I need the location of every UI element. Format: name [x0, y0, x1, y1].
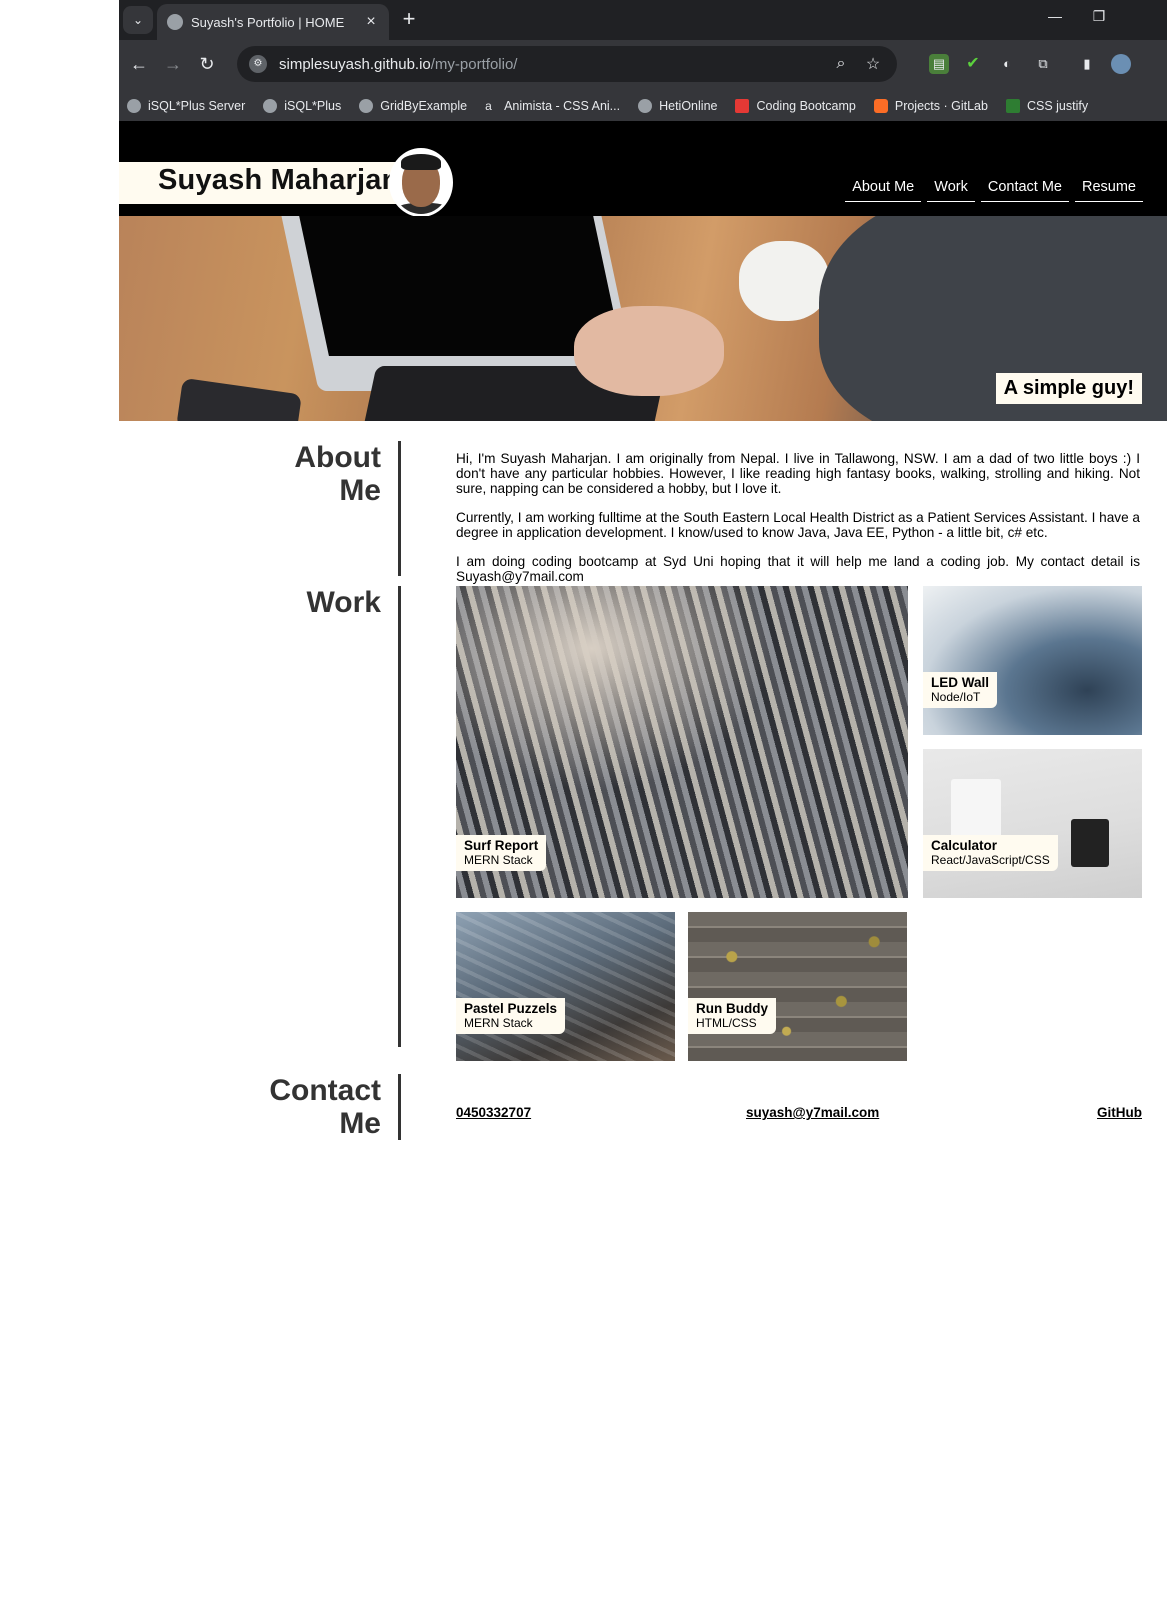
profile-avatar-icon[interactable]: [1111, 54, 1131, 74]
contact-phone-link[interactable]: 0450332707: [456, 1105, 531, 1120]
bookmark-label: HetiOnline: [659, 98, 718, 113]
bookmark-item[interactable]: Projects · GitLab: [873, 98, 988, 113]
page-viewport: Suyash Maharjan About Me Work Contact Me…: [119, 121, 1167, 1609]
globe-icon: [263, 98, 278, 113]
nav-work[interactable]: Work: [927, 176, 975, 202]
hero-image: A simple guy!: [119, 216, 1167, 421]
minimize-icon[interactable]: —: [1043, 8, 1067, 24]
bookmark-label: GridByExample: [380, 98, 468, 113]
browser-window: ⌄ Suyash's Portfolio | HOME × + — ❐ ← → …: [119, 0, 1167, 124]
project-label: Surf Report MERN Stack: [456, 835, 547, 871]
project-label: Pastel Puzzels MERN Stack: [456, 998, 566, 1034]
bootcamp-icon: [735, 98, 750, 113]
about-divider: [398, 441, 401, 576]
bookmarks-bar: iSQL*Plus Server iSQL*Plus GridByExample…: [119, 88, 1167, 124]
globe-icon: [127, 98, 141, 113]
hero-tagline: A simple guy!: [995, 373, 1142, 404]
work-divider: [398, 586, 401, 1047]
bookmark-item[interactable]: Coding Bootcamp: [735, 98, 856, 113]
bookmark-item[interactable]: a Animista - CSS Ani...: [485, 99, 620, 113]
contact-email-link[interactable]: suyash@y7mail.com: [746, 1105, 879, 1120]
bookmark-label: iSQL*Plus: [284, 98, 342, 113]
contact-github-link[interactable]: GitHub: [1097, 1105, 1142, 1120]
bookmark-item[interactable]: HetiOnline: [638, 98, 718, 113]
active-tab[interactable]: Suyash's Portfolio | HOME ×: [157, 4, 389, 40]
bookmark-item[interactable]: GridByExample: [359, 98, 468, 113]
tab-strip: ⌄ Suyash's Portfolio | HOME × + — ❐: [119, 0, 1167, 40]
contact-divider: [398, 1074, 401, 1140]
bookmark-item[interactable]: iSQL*Plus: [263, 98, 342, 113]
chevron-down-icon: ⌄: [132, 13, 144, 27]
bookmark-item[interactable]: CSS justify: [1005, 98, 1089, 113]
bookmark-label: iSQL*Plus Server: [148, 98, 246, 113]
about-title-line: Me: [339, 474, 381, 507]
about-text: Hi, I'm Suyash Maharjan. I am originally…: [456, 451, 1140, 598]
forward-button[interactable]: →: [161, 52, 185, 76]
animista-icon: a: [485, 98, 492, 113]
site-info-icon[interactable]: ⚙: [249, 55, 267, 73]
contact-title: Contact Me: [119, 1074, 381, 1140]
contact-title-line: Contact: [269, 1074, 381, 1107]
avatar: [389, 148, 453, 217]
contact-title-line: Me: [339, 1107, 381, 1140]
about-paragraph: I am doing coding bootcamp at Syd Uni ho…: [456, 554, 1140, 584]
close-tab-icon[interactable]: ×: [363, 13, 379, 31]
project-name: Run Buddy: [696, 1001, 768, 1016]
dark-mode-extension-icon[interactable]: ◐: [997, 54, 1017, 74]
project-name: Calculator: [931, 838, 998, 853]
address-bar[interactable]: ⚙ simplesuyash.github.io/my-portfolio/ ⌕…: [237, 46, 897, 82]
reload-button[interactable]: ↻: [195, 52, 219, 76]
project-tile-calculator[interactable]: Calculator React/JavaScript/CSS: [923, 749, 1142, 898]
project-name: Pastel Puzzels: [464, 1001, 558, 1016]
nav-about-me[interactable]: About Me: [845, 176, 922, 202]
gitlab-icon: [873, 98, 888, 113]
side-panel-icon[interactable]: ▮: [1077, 54, 1097, 74]
bookmark-label: Animista - CSS Ani...: [504, 98, 621, 113]
project-tech: MERN Stack: [464, 1016, 533, 1030]
bookmark-item[interactable]: iSQL*Plus Server: [127, 98, 246, 113]
project-name: Surf Report: [464, 838, 539, 853]
project-label: LED Wall Node/IoT: [923, 672, 998, 708]
project-tile-surf-report[interactable]: Surf Report MERN Stack: [456, 586, 908, 898]
project-tile-led-wall[interactable]: LED Wall Node/IoT: [923, 586, 1142, 735]
check-extension-icon[interactable]: ✔: [963, 54, 983, 74]
work-title: Work: [306, 586, 381, 619]
main-nav: About Me Work Contact Me Resume: [845, 176, 1143, 202]
bookmark-label: Projects · GitLab: [894, 98, 988, 113]
nav-resume[interactable]: Resume: [1075, 176, 1143, 202]
bookmark-star-icon[interactable]: ☆: [861, 54, 885, 74]
about-paragraph: Hi, I'm Suyash Maharjan. I am originally…: [456, 451, 1140, 496]
url-path: /my-portfolio/: [430, 55, 518, 73]
project-tech: Node/IoT: [931, 690, 981, 704]
nav-contact-me[interactable]: Contact Me: [980, 176, 1069, 202]
about-title: About Me: [119, 441, 381, 507]
tab-search-button[interactable]: ⌄: [123, 6, 153, 34]
sheets-extension-icon[interactable]: ▤: [929, 54, 949, 74]
project-tech: HTML/CSS: [696, 1016, 757, 1030]
project-tile-run-buddy[interactable]: Run Buddy HTML/CSS: [688, 912, 907, 1061]
project-tech: React/JavaScript/CSS: [931, 853, 1050, 867]
project-tile-pastel-puzzels[interactable]: Pastel Puzzels MERN Stack: [456, 912, 675, 1061]
project-label: Run Buddy HTML/CSS: [688, 998, 776, 1034]
browser-toolbar: ← → ↻ ⚙ simplesuyash.github.io/my-portfo…: [119, 40, 1167, 88]
url-host: simplesuyash.github.io: [279, 55, 431, 73]
globe-icon: [359, 98, 374, 113]
project-tech: MERN Stack: [464, 853, 533, 867]
about-title-line: About: [294, 441, 381, 474]
globe-icon: [167, 14, 183, 30]
globe-icon: [638, 98, 653, 113]
site-name: Suyash Maharjan: [158, 164, 400, 196]
bookmark-label: CSS justify: [1026, 98, 1089, 113]
restore-icon[interactable]: ❐: [1087, 8, 1111, 25]
bookmark-label: Coding Bootcamp: [756, 98, 856, 113]
tab-title: Suyash's Portfolio | HOME: [191, 14, 345, 30]
project-name: LED Wall: [931, 675, 990, 690]
back-button[interactable]: ←: [127, 52, 151, 76]
extensions-puzzle-icon[interactable]: ⧉: [1033, 54, 1053, 74]
project-label: Calculator React/JavaScript/CSS: [923, 835, 1058, 871]
about-paragraph: Currently, I am working fulltime at the …: [456, 510, 1140, 540]
zoom-icon[interactable]: ⌕: [829, 55, 853, 73]
new-tab-button[interactable]: +: [397, 8, 421, 32]
w3schools-icon: [1005, 98, 1020, 113]
